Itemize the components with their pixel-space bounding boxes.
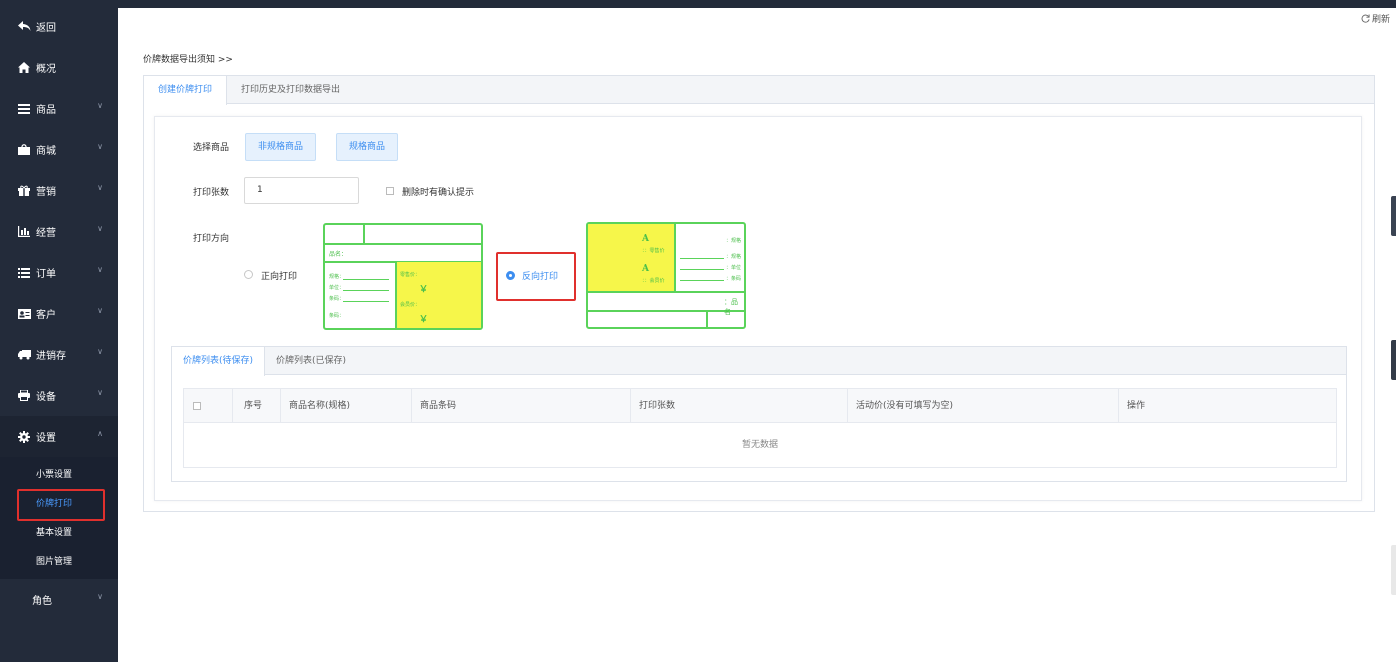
sidebar-item-goods[interactable]: 商品 ∨ xyxy=(0,88,118,129)
select-goods-label: 选择商品 xyxy=(193,143,230,153)
tab-create-price-tag[interactable]: 创建价牌打印 xyxy=(144,76,228,105)
price-list-table: 序号 商品名称(规格) 商品条码 打印张数 活动价(没有可填写为空) 操作 暂无… xyxy=(183,388,1337,468)
sidebar-item-label: 设置 xyxy=(36,433,56,444)
column-header-name: 商品名称(规格) xyxy=(289,401,351,411)
sidebar-item-inventory[interactable]: 进销存 ∨ xyxy=(0,334,118,375)
sidebar-item-label: 订单 xyxy=(36,269,56,280)
forward-print-label: 正向打印 xyxy=(261,272,298,282)
chevron-down-icon: ∨ xyxy=(97,142,103,151)
chevron-down-icon: ∨ xyxy=(97,306,103,315)
sidebar-item-devices[interactable]: 设备 ∨ xyxy=(0,375,118,416)
sidebar-item-label: 返回 xyxy=(36,23,56,34)
tab-print-history[interactable]: 打印历史及打印数据导出 xyxy=(227,76,354,104)
main-panel: 创建价牌打印 打印历史及打印数据导出 选择商品 非规格商品 规格商品 打印张数 … xyxy=(143,75,1375,512)
sidebar-item-overview[interactable]: 概况 xyxy=(0,47,118,88)
top-bar xyxy=(118,0,1396,8)
sidebar-item-mall[interactable]: 商城 ∨ xyxy=(0,129,118,170)
price-list-panel: 价牌列表(待保存) 价牌列表(已保存) 序号 商品名称(规格) 商品条码 打印张… xyxy=(171,346,1347,482)
print-count-label: 打印张数 xyxy=(193,188,230,198)
chevron-down-icon: ∨ xyxy=(97,347,103,356)
submenu-item-image-management[interactable]: 图片管理 xyxy=(0,546,118,575)
chevron-down-icon: ∨ xyxy=(97,265,103,274)
forward-name-label: 品名： xyxy=(329,251,348,258)
delete-confirm-checkbox[interactable] xyxy=(386,187,394,195)
select-all-checkbox[interactable] xyxy=(193,402,201,410)
floating-side-tab[interactable] xyxy=(1391,545,1396,595)
submenu-item-price-tag-print[interactable]: 价牌打印 xyxy=(0,488,118,521)
sidebar-item-label: 设备 xyxy=(36,392,56,403)
tab-price-list-pending[interactable]: 价牌列表(待保存) xyxy=(172,347,266,376)
main-tabbar: 创建价牌打印 打印历史及打印数据导出 xyxy=(144,76,1374,105)
chevron-down-icon: ∨ xyxy=(97,183,103,192)
settings-submenu: 小票设置 价牌打印 基本设置 图片管理 xyxy=(0,457,118,579)
chevron-up-icon: ∧ xyxy=(97,429,103,438)
reverse-name-label: ：品名 xyxy=(724,298,738,316)
reverse-label-preview[interactable]: A ：：零售价 A ：：会员价 ：规格 ：规格 ：单位 ：条码 ：品名 xyxy=(586,222,746,329)
export-notice-link[interactable]: 价牌数据导出须知 >> xyxy=(143,52,233,65)
sidebar-item-back[interactable]: 返回 xyxy=(0,6,118,47)
id-card-icon xyxy=(17,307,31,321)
column-header-actions: 操作 xyxy=(1127,401,1146,411)
chevron-down-icon: ∨ xyxy=(97,592,103,601)
sidebar-item-label: 商城 xyxy=(36,146,56,157)
menu-lines-icon xyxy=(17,102,31,116)
sidebar-item-label: 商品 xyxy=(36,105,56,116)
sidebar-item-orders[interactable]: 订单 ∨ xyxy=(0,252,118,293)
printer-icon xyxy=(17,389,31,403)
sidebar-item-marketing[interactable]: 营销 ∨ xyxy=(0,170,118,211)
sidebar: 返回 概况 商品 ∨ 商城 ∨ 营销 ∨ 经营 ∨ 订单 ∨ 客户 ∨ 进销存 … xyxy=(0,0,118,662)
column-header-index: 序号 xyxy=(244,401,263,411)
refresh-label: 刷新 xyxy=(1371,15,1390,25)
gear-icon xyxy=(17,430,31,444)
sidebar-item-label: 客户 xyxy=(36,310,56,321)
submenu-item-basic-settings[interactable]: 基本设置 xyxy=(0,517,118,546)
tab-price-list-saved[interactable]: 价牌列表(已保存) xyxy=(265,347,357,375)
forward-print-radio[interactable] xyxy=(244,270,253,279)
chevron-down-icon: ∨ xyxy=(97,388,103,397)
sidebar-item-customers[interactable]: 客户 ∨ xyxy=(0,293,118,334)
chevron-down-icon: ∨ xyxy=(97,224,103,233)
table-header: 序号 商品名称(规格) 商品条码 打印张数 活动价(没有可填写为空) 操作 xyxy=(184,389,1336,423)
floating-side-tab[interactable] xyxy=(1391,196,1396,236)
back-arrow-icon xyxy=(17,20,31,34)
print-count-input[interactable]: 1 xyxy=(244,177,359,204)
shopping-bag-icon xyxy=(17,143,31,157)
price-list-tabbar: 价牌列表(待保存) 价牌列表(已保存) xyxy=(172,347,1346,376)
reverse-print-radio[interactable] xyxy=(506,271,515,280)
home-icon xyxy=(17,61,31,75)
forward-retail-label: 零售价： xyxy=(400,272,421,278)
gift-icon xyxy=(17,184,31,198)
non-spec-goods-button[interactable]: 非规格商品 xyxy=(245,133,317,161)
forward-label-preview[interactable]: 品名： 规格： 单位： 条码： 条码： 零售价： ￥ 会员价： ￥ xyxy=(323,223,483,330)
sidebar-item-label: 经营 xyxy=(36,228,56,239)
sidebar-item-label: 营销 xyxy=(36,187,56,198)
column-header-activity-price: 活动价(没有可填写为空) xyxy=(856,401,954,411)
sidebar-item-label: 进销存 xyxy=(36,351,66,362)
empty-state-text: 暂无数据 xyxy=(741,440,778,450)
sidebar-item-settings[interactable]: 设置 ∧ xyxy=(0,416,118,457)
create-form: 选择商品 非规格商品 规格商品 打印张数 1 删除时有确认提示 打印方向 正向打… xyxy=(154,116,1362,501)
column-header-barcode: 商品条码 xyxy=(420,401,457,411)
reverse-print-label: 反向打印 xyxy=(522,272,559,282)
sidebar-item-business[interactable]: 经营 ∨ xyxy=(0,211,118,252)
submenu-item-receipt-settings[interactable]: 小票设置 xyxy=(0,459,118,488)
print-direction-label: 打印方向 xyxy=(193,234,230,244)
column-header-print-count: 打印张数 xyxy=(639,401,676,411)
floating-side-tab[interactable] xyxy=(1391,340,1396,380)
refresh-icon xyxy=(1361,14,1370,23)
truck-icon xyxy=(17,348,31,362)
list-icon xyxy=(17,266,31,280)
spec-goods-button[interactable]: 规格商品 xyxy=(336,133,399,161)
sidebar-item-label: 概况 xyxy=(36,64,56,75)
bar-chart-icon xyxy=(17,225,31,239)
chevron-down-icon: ∨ xyxy=(97,101,103,110)
forward-member-label: 会员价： xyxy=(400,302,421,308)
sidebar-item-label: 角色 xyxy=(32,596,52,607)
refresh-button[interactable]: 刷新 xyxy=(1361,12,1390,25)
sidebar-item-roles[interactable]: 角色 ∨ xyxy=(0,579,118,620)
delete-confirm-label: 删除时有确认提示 xyxy=(402,188,475,198)
